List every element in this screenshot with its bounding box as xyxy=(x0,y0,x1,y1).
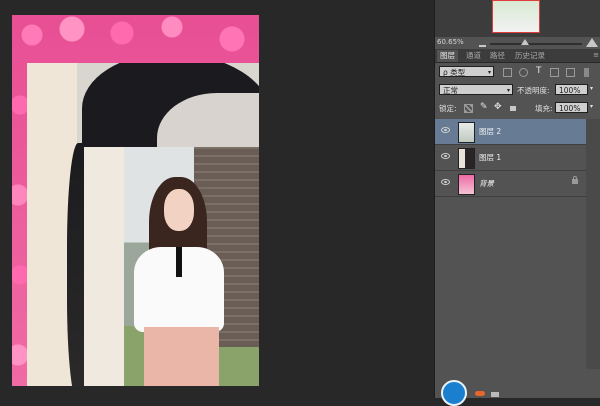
zoom-slider-handle[interactable] xyxy=(521,39,529,45)
fill-value: 100% xyxy=(559,104,581,113)
girl-skirt-shape xyxy=(144,327,219,386)
zoom-value[interactable]: 60.65% xyxy=(437,38,464,46)
lock-fill-row: 锁定: ✎ ✥ 填充: 100% ▾ xyxy=(435,100,600,114)
layers-bottom-bar xyxy=(435,380,600,406)
girl-face-shape xyxy=(164,189,194,231)
layer-lock-icon xyxy=(572,176,578,184)
add-style-icon[interactable] xyxy=(491,392,499,397)
chevron-down-icon: ▾ xyxy=(487,69,491,76)
layer-row-2[interactable]: 图层 2 xyxy=(435,119,586,145)
layer-row-background[interactable]: 背景 xyxy=(435,171,586,197)
zoom-in-icon[interactable] xyxy=(586,38,598,47)
tab-layers[interactable]: 图层 xyxy=(437,50,458,62)
filter-type-icon[interactable]: T xyxy=(536,66,542,76)
chevron-down-icon: ▾ xyxy=(506,87,510,94)
opacity-input[interactable]: 100% xyxy=(555,84,588,95)
layer-name[interactable]: 图层 1 xyxy=(479,152,501,163)
layer-2-image xyxy=(84,147,259,386)
girl-tie-shape xyxy=(176,247,182,277)
blend-mode-value: 正常 xyxy=(443,86,458,95)
watermark-logo xyxy=(441,380,467,406)
blend-mode-select[interactable]: 正常 ▾ xyxy=(439,84,513,95)
filter-type-select[interactable]: ρ 类型 ▾ xyxy=(439,66,494,77)
lock-move-icon[interactable]: ✥ xyxy=(494,102,502,112)
navigator-panel xyxy=(435,0,600,37)
chevron-down-icon[interactable]: ▾ xyxy=(590,103,593,110)
tab-channels[interactable]: 通道 xyxy=(463,50,484,62)
fill-input[interactable]: 100% xyxy=(555,102,588,113)
panel-menu-icon[interactable]: ≡ xyxy=(593,51,599,59)
filter-pixel-icon[interactable] xyxy=(503,68,512,77)
chevron-down-icon[interactable]: ▾ xyxy=(590,85,593,92)
visibility-eye-icon[interactable] xyxy=(441,127,450,133)
layer-thumbnail xyxy=(458,148,475,169)
layers-scrollbar[interactable] xyxy=(586,119,600,369)
layer-thumbnail xyxy=(458,174,475,195)
zoom-slider[interactable] xyxy=(490,43,582,45)
layer-name[interactable]: 背景 xyxy=(479,178,494,189)
right-panel: 60.65% 图层 通道 路径 历史记录 ≡ ρ 类型 ▾ T 正常 ▾ 不透明… xyxy=(434,0,600,406)
layers-panel-tabs: 图层 通道 路径 历史记录 ≡ xyxy=(435,49,600,63)
opacity-value: 100% xyxy=(559,86,581,95)
filter-adjustment-icon[interactable] xyxy=(519,68,528,77)
fill-label: 填充: xyxy=(535,104,553,113)
navigator-zoom-row: 60.65% xyxy=(435,37,600,49)
lock-brush-icon[interactable]: ✎ xyxy=(480,102,488,112)
lock-transparency-icon[interactable] xyxy=(464,104,473,113)
layer-filter-row: ρ 类型 ▾ T xyxy=(435,64,600,78)
navigator-thumbnail[interactable] xyxy=(492,0,540,33)
lock-label: 锁定: xyxy=(439,104,457,113)
tab-paths[interactable]: 路径 xyxy=(487,50,508,62)
lock-all-icon[interactable] xyxy=(510,106,516,111)
layer-thumbnail xyxy=(458,122,475,143)
filter-smart-object-icon[interactable] xyxy=(566,68,575,77)
document-canvas[interactable] xyxy=(12,15,259,386)
visibility-eye-icon[interactable] xyxy=(441,153,450,159)
layers-list: 图层 2 图层 1 背景 xyxy=(435,119,586,369)
filter-shape-icon[interactable] xyxy=(550,68,559,77)
filter-toggle-icon[interactable] xyxy=(584,68,589,77)
link-layers-icon[interactable] xyxy=(475,391,485,396)
zoom-out-icon[interactable] xyxy=(479,40,486,47)
opacity-label: 不透明度: xyxy=(517,86,550,95)
tab-history[interactable]: 历史记录 xyxy=(512,50,548,62)
blend-opacity-row: 正常 ▾ 不透明度: 100% ▾ xyxy=(435,82,600,96)
visibility-eye-icon[interactable] xyxy=(441,179,450,185)
layer-row-1[interactable]: 图层 1 xyxy=(435,145,586,171)
filter-type-label: ρ 类型 xyxy=(443,68,466,77)
layer-name[interactable]: 图层 2 xyxy=(479,126,501,137)
door-shape xyxy=(84,147,124,386)
